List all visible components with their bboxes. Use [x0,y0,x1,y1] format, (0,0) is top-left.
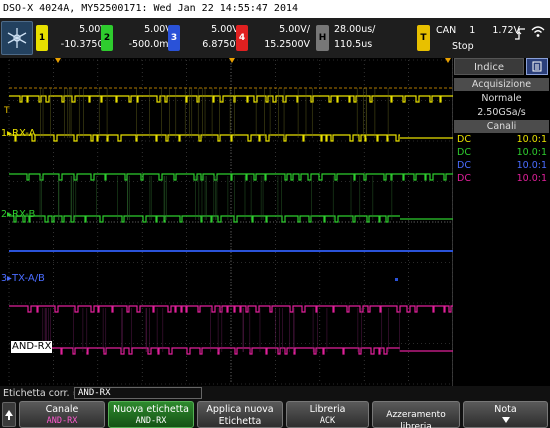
reset-library-softkey[interactable]: Azzeramento libreria [372,401,460,428]
rising-edge-icon [514,26,526,40]
note-softkey[interactable]: Nota [463,401,548,428]
channel-1-row: DC 10.0:1 [457,134,547,148]
library-softkey-value: ACK [319,416,336,426]
channel-softkey[interactable]: Canale AND-RX [19,401,105,428]
run-status: Stop [452,41,474,52]
snowflake-logo-icon[interactable] [1,21,33,55]
back-arrow-icon[interactable] [2,402,16,427]
channels-header: Canali [454,120,549,133]
channel-bar: 1 5.00V/ -10.3750V 2 5.00V/ -500.0mV 3 5… [0,18,550,58]
sample-rate: 2.50GSa/s [477,107,526,118]
channel-1-key[interactable]: 1 [36,25,48,51]
channel-3-coupling: DC [457,160,471,171]
current-label-caption: Etichetta corr. = [3,388,81,399]
channel-2-row: DC 10.0:1 [457,147,547,161]
acquisition-mode: Normale [481,93,522,104]
channel-4-offset: 15.2500V [264,39,310,50]
apply-label-softkey-title: Applica nuova [206,404,274,415]
channel-4-scale: 5.00V/ [279,24,310,35]
channel-softkey-title: Canale [45,404,79,415]
channel-4-coupling: DC [457,173,471,184]
trigger-source: CAN [436,25,457,36]
channel-1-marker: 1▸ [1,128,12,139]
channel-1-probe: 10.0:1 [516,134,547,145]
channel-3-probe: 10.0:1 [516,160,547,171]
library-softkey[interactable]: Libreria ACK [286,401,369,428]
channel-3-key[interactable]: 3 [168,25,180,51]
softkey-bar: Etichetta corr. = AND-RX Canale AND-RX N… [0,386,550,428]
channel-2-marker: 2▸ [1,209,12,220]
trigger-info: CAN 1 1.72V Stop [436,25,520,52]
channel-softkey-value: AND-RX [46,416,78,426]
rx-b-label: RX-B [12,209,36,220]
tab-indice[interactable]: Indice [454,58,524,75]
timebase-value: 28.00us/ [334,24,376,35]
channel-1-coupling: DC [457,134,471,145]
delay-value: 110.5us [334,39,373,50]
new-label-softkey-title: Nuova etichetta [113,404,189,415]
chevron-down-icon [464,416,547,428]
channel-3-scale: 5.00V/ [211,24,242,35]
channel-4-probe: 10.0:1 [516,173,547,184]
channel-2-coupling: DC [457,147,471,158]
new-label-softkey[interactable]: Nuova etichetta AND-RX [108,401,194,428]
tx-ab-label: TX-A/B [12,273,45,284]
rx-a-label: RX-A [12,128,36,139]
current-label-field[interactable]: AND-RX [74,387,202,399]
channel-2-probe: 10.0:1 [516,147,547,158]
acquisition-header: Acquisizione [454,78,549,91]
menu-icon[interactable] [526,58,548,75]
channel-3-offset: 6.8750V [202,39,242,50]
reset-library-softkey-title: Azzeramento libreria [386,410,446,428]
side-panel: Indice Acquisizione Normale 2.50GSa/s Ca… [453,58,550,386]
note-softkey-title: Nota [494,404,517,415]
current-label-row: Etichetta corr. = AND-RX [0,386,550,401]
trigger-level-marker: T [4,106,10,116]
new-label-softkey-value: AND-RX [135,416,167,426]
apply-label-softkey[interactable]: Applica nuova Etichetta [197,401,283,428]
wifi-icon [530,23,546,39]
channel-4-row: DC 10.0:1 [457,173,547,187]
channel-2-scale: 5.00V/ [144,24,175,35]
trigger-key[interactable]: T [417,25,430,51]
horizontal-key[interactable]: H [316,25,329,51]
channel-2-offset: -500.0mV [128,39,175,50]
channel-3-row: DC 10.0:1 [457,160,547,174]
channel-4-key[interactable]: 4 [236,25,248,51]
title-bar: DSO-X 4024A, MY52500171: Wed Jan 22 14:5… [0,0,550,18]
channel-3-marker: 3▸ [1,273,12,284]
and-rx-label: AND-RX [11,341,53,353]
library-softkey-title: Libreria [309,404,346,415]
channel-2-key[interactable]: 2 [101,25,113,51]
trigger-level-channel: 1 [469,25,476,36]
apply-label-softkey-subtitle: Etichetta [218,416,262,427]
